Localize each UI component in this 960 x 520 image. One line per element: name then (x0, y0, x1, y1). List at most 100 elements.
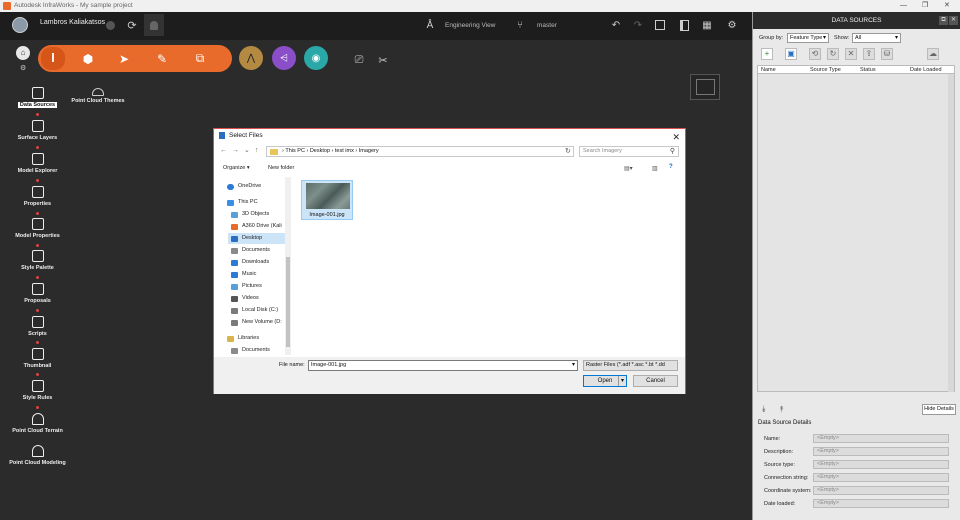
dialog-close-icon[interactable]: ✕ (672, 130, 680, 144)
preview-pane-icon[interactable]: ▥ (652, 165, 658, 172)
branch-label[interactable]: master (537, 22, 557, 29)
open-dropdown-icon[interactable]: ▾ (618, 376, 626, 386)
hide-details-button[interactable]: Hide Details (922, 404, 956, 415)
minimize-button[interactable]: — (900, 0, 907, 12)
nav-item-point-cloud-terrain[interactable]: Point Cloud Terrain (0, 413, 75, 434)
view-cube[interactable] (690, 74, 720, 100)
analyze-icon[interactable]: ⧉ (188, 47, 212, 70)
nav-item-model-explorer[interactable]: Model Explorer (0, 153, 75, 174)
file-name-input[interactable]: Image-001.jpg (308, 360, 578, 371)
breadcrumb-imagery[interactable]: Imagery (359, 148, 379, 154)
tree-item-this-pc[interactable]: This PC (224, 197, 292, 208)
maximize-button[interactable]: ❐ (922, 0, 928, 12)
sync-icon[interactable]: ⟳ (122, 14, 142, 36)
nav-item-thumbnail[interactable]: Thumbnail (0, 348, 75, 369)
pin-icon[interactable]: ⧉ (939, 16, 948, 25)
breadcrumb-this-pc[interactable]: This PC (285, 148, 305, 154)
column-name[interactable]: Name (761, 67, 776, 73)
column-source-type[interactable]: Source Type (810, 67, 841, 73)
group-by-select[interactable]: Feature Type (787, 33, 829, 43)
nav-item-style-rules[interactable]: Style Rules (0, 380, 75, 401)
refresh-icon[interactable]: ↻ (565, 147, 571, 155)
delete-icon[interactable]: ✕ (845, 48, 857, 60)
column-status[interactable]: Status (860, 67, 876, 73)
add-source-icon[interactable]: + (761, 48, 773, 60)
record-icon[interactable] (100, 14, 120, 36)
configure-icon[interactable]: ⟲ (809, 48, 821, 60)
close-window-button[interactable]: ✕ (944, 0, 950, 12)
search-input[interactable]: Search Imagery ⚲ (579, 146, 679, 157)
detail-field-date-loaded[interactable]: <Empty> (813, 499, 949, 508)
export-icon[interactable]: ⇪ (863, 48, 875, 60)
branch-icon[interactable]: ⑂ (510, 14, 530, 36)
tree-item-onedrive[interactable]: OneDrive (224, 181, 292, 192)
file-item[interactable]: Image-001.jpg (301, 180, 353, 220)
database-connect-icon[interactable]: ⛁ (881, 48, 893, 60)
open-button[interactable]: Open ▾ (583, 375, 627, 387)
dialog-title: Select Files (229, 132, 263, 139)
back-arrow-icon[interactable]: ← (220, 147, 232, 154)
present-icon[interactable]: ⎚ (349, 49, 369, 71)
up-arrow-icon[interactable]: ↑ (255, 147, 264, 154)
tree-item-libraries[interactable]: Libraries (224, 333, 292, 344)
nav-item-point-cloud-modeling[interactable]: Point Cloud Modeling (0, 445, 75, 466)
book-icon[interactable] (674, 14, 694, 36)
address-bar[interactable]: › This PC › Desktop › test imx › Imagery (266, 146, 574, 157)
create-icon[interactable]: ⬢ (76, 47, 100, 70)
detail-field-source-type[interactable]: <Empty> (813, 460, 949, 469)
detail-field-coordinate-system[interactable]: <Empty> (813, 486, 949, 495)
redo-icon[interactable]: ↷ (628, 14, 648, 36)
nav-item-model-properties[interactable]: Model Properties (0, 218, 75, 239)
breadcrumb-desktop[interactable]: Desktop (310, 148, 330, 154)
nav-sub-item-point-cloud-themes[interactable]: Point Cloud Themes (70, 88, 126, 104)
bridge-icon[interactable]: ⩤ (272, 46, 296, 70)
collaborator-icon[interactable] (144, 14, 164, 36)
nav-item-data-sources[interactable]: Data Sources (0, 87, 75, 108)
nav-item-proposals[interactable]: Proposals (0, 283, 75, 304)
refresh-icon[interactable]: ↻ (827, 48, 839, 60)
panel-close-icon[interactable]: ✕ (949, 16, 958, 25)
home-icon[interactable]: ⌂ (16, 46, 30, 60)
drainage-icon[interactable]: ◉ (304, 46, 328, 70)
tree-scrollbar-thumb[interactable] (286, 257, 290, 347)
avatar[interactable] (12, 17, 28, 33)
add-file-source-icon[interactable]: ▣ (785, 48, 797, 60)
online-source-icon[interactable]: ☁ (927, 48, 939, 60)
user-name[interactable]: Lambros Kaliakatsos (40, 19, 105, 26)
infraworks-icon[interactable]: 𝐈 (41, 47, 65, 70)
select-icon[interactable]: ➤ (112, 47, 136, 70)
recent-chevron-icon[interactable]: ⌄ (244, 147, 255, 154)
new-folder-button[interactable]: New folder (268, 165, 294, 171)
collapse-down-icon[interactable]: ⯯ (761, 404, 766, 415)
sketch-icon[interactable]: ✎ (150, 47, 174, 70)
nav-item-properties[interactable]: Properties (0, 186, 75, 207)
grid-icon[interactable]: ▦ (697, 14, 717, 36)
tree-scrollbar[interactable] (285, 177, 291, 355)
file-type-select[interactable]: Raster Files (*.adf *.asc *.bt *.dd (583, 360, 678, 371)
nav-item-style-palette[interactable]: Style Palette (0, 250, 75, 271)
cancel-button[interactable]: Cancel (633, 375, 678, 387)
settings-icon[interactable]: ⚙ (722, 14, 742, 36)
nav-item-surface-layers[interactable]: Surface Layers (0, 120, 75, 141)
view-mode-label[interactable]: Engineering View (445, 22, 495, 29)
gallery-icon[interactable] (650, 14, 670, 36)
breadcrumb-test-imx[interactable]: test imx (335, 148, 354, 154)
roads-icon[interactable]: ⋀ (239, 46, 263, 70)
undo-icon[interactable]: ↶ (606, 14, 626, 36)
settings-small-icon[interactable]: ⚙ (20, 64, 26, 72)
view-options-icon[interactable]: ▤▾ (624, 165, 633, 172)
nav-item-scripts[interactable]: Scripts (0, 316, 75, 337)
detail-field-description[interactable]: <Empty> (813, 447, 949, 456)
help-icon[interactable]: ? (669, 164, 673, 170)
tools-icon[interactable]: ✂ (373, 49, 393, 71)
detail-field-name[interactable]: <Empty> (813, 434, 949, 443)
organize-button[interactable]: Organize ▾ (223, 165, 250, 171)
forward-arrow-icon[interactable]: → (232, 147, 244, 154)
tree-item-desktop[interactable]: Desktop (228, 233, 285, 244)
collapse-up-icon[interactable]: ⯭ (779, 404, 784, 415)
view-mode-icon[interactable]: Å (420, 14, 440, 36)
sources-scrollbar[interactable] (948, 74, 954, 392)
show-select[interactable]: All (852, 33, 901, 43)
detail-field-connection[interactable]: <Empty> (813, 473, 949, 482)
column-date-loaded[interactable]: Date Loaded (910, 67, 942, 73)
